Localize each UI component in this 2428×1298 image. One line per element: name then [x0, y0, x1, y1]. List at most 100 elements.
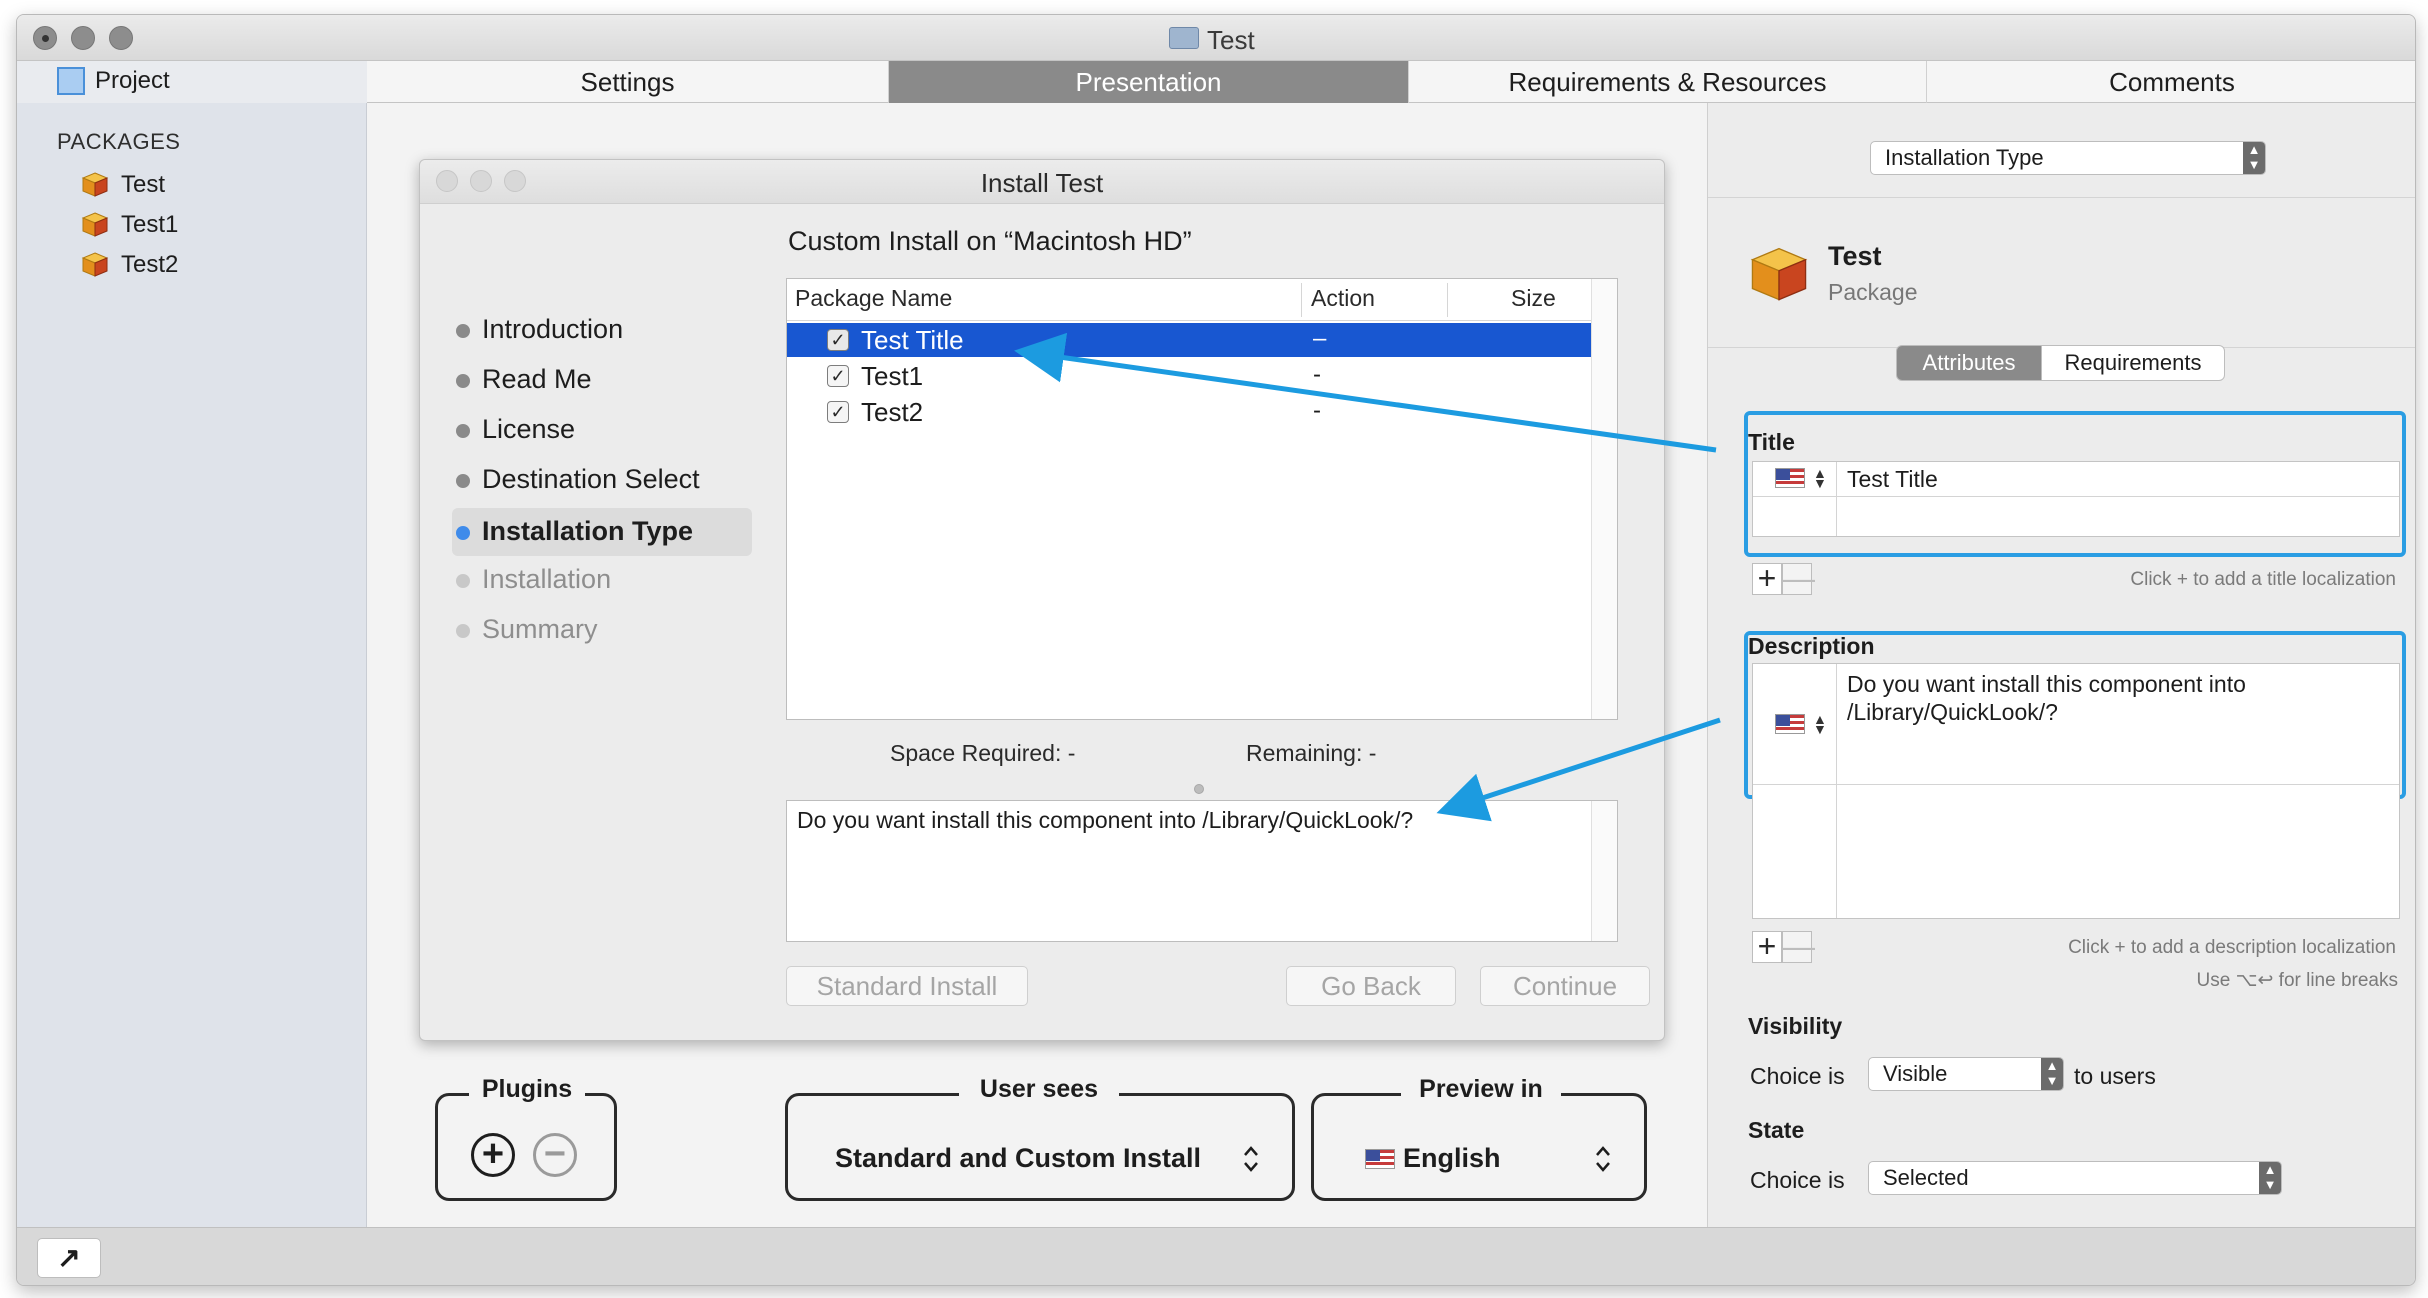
package-name: Test1: [861, 361, 924, 391]
column-header-size[interactable]: Size: [1511, 285, 1556, 312]
plugins-title: Plugins: [469, 1075, 585, 1104]
step-read-me[interactable]: Read Me: [456, 360, 756, 400]
add-plugin-button[interactable]: +: [471, 1133, 515, 1177]
package-icon: [81, 252, 109, 277]
add-title-localization-button[interactable]: +: [1752, 562, 1782, 595]
line-break-hint: Use ⌥↩ for line breaks: [2196, 970, 2399, 991]
visibility-prefix: Choice is: [1750, 1063, 1845, 1089]
step-bullet: [456, 474, 470, 488]
visibility-popup[interactable]: Visible ▲ ▼: [1868, 1057, 2064, 1091]
description-box: Do you want install this component into …: [786, 800, 1618, 942]
language-updown-icon[interactable]: ▲ ▼: [1813, 466, 1827, 490]
description-localization-value[interactable]: Do you want install this component into …: [1847, 670, 2367, 726]
step-installation[interactable]: Installation: [456, 560, 756, 600]
dialog-title: Install Test: [980, 168, 1104, 198]
tab-bar: Settings Presentation Requirements & Res…: [367, 61, 2415, 103]
step-bullet: [456, 374, 470, 388]
visibility-suffix: to users: [2074, 1063, 2156, 1089]
go-back-button[interactable]: Go Back: [1286, 966, 1456, 1006]
step-introduction[interactable]: Introduction: [456, 310, 756, 350]
column-separator: [1447, 283, 1448, 317]
remove-plugin-button[interactable]: −: [533, 1133, 577, 1177]
step-bullet: [456, 424, 470, 438]
segment-attributes[interactable]: Attributes: [1896, 345, 2042, 381]
preview-language-value: English: [1403, 1143, 1501, 1173]
package-icon: [81, 172, 109, 197]
table-row[interactable]: ✓ Test1 -: [787, 359, 1591, 393]
step-label: Destination Select: [482, 464, 700, 494]
popup-arrows-icon: ▲ ▼: [2243, 142, 2265, 174]
package-checkbox[interactable]: ✓: [827, 365, 849, 387]
package-label: Test1: [121, 211, 179, 238]
table-row[interactable]: ▲ ▼ Do you want install this component in…: [1753, 664, 2399, 784]
add-description-localization-button[interactable]: +: [1752, 930, 1782, 963]
column-header-package-name[interactable]: Package Name: [795, 285, 952, 312]
description-hint: Click + to add a description localizatio…: [2068, 937, 2396, 958]
sidebar-item-package[interactable]: Test2: [81, 247, 341, 283]
tab-settings[interactable]: Settings: [367, 61, 889, 103]
step-destination-select[interactable]: Destination Select: [456, 460, 756, 500]
inspector-panel: Installation Type ▲ ▼ Test Package Attrib…: [1707, 103, 2415, 1227]
table-row[interactable]: ▲ ▼ Test Title: [1753, 462, 2399, 496]
package-table: Package Name Action Size ✓ Test Title – …: [786, 278, 1618, 720]
package-checkbox[interactable]: ✓: [827, 329, 849, 351]
visibility-value: Visible: [1883, 1061, 1948, 1086]
project-icon: [57, 67, 85, 95]
remove-title-localization-button[interactable]: —: [1782, 562, 1815, 595]
table-header: Package Name Action Size: [787, 279, 1591, 321]
tab-presentation[interactable]: Presentation: [889, 61, 1409, 103]
segment-requirements[interactable]: Requirements: [2041, 345, 2225, 381]
description-scrollbar[interactable]: [1591, 801, 1617, 941]
us-flag-icon: [1365, 1149, 1395, 1169]
title-section-label: Title: [1748, 429, 1795, 455]
package-icon: [81, 212, 109, 237]
sidebar-item-package[interactable]: Test1: [81, 207, 341, 243]
package-action: –: [1313, 325, 1327, 352]
step-license[interactable]: License: [456, 410, 756, 450]
custom-install-heading: Custom Install on “Macintosh HD”: [788, 226, 1192, 256]
us-flag-icon: [1775, 714, 1805, 734]
tab-requirements-resources[interactable]: Requirements & Resources: [1409, 61, 1927, 103]
choice-type-popup[interactable]: Installation Type ▲ ▼: [1870, 141, 2266, 175]
choice-type-value: Installation Type: [1885, 145, 2044, 170]
sidebar-item-package[interactable]: Test: [81, 167, 341, 203]
step-bullet-current: [456, 526, 470, 540]
table-scrollbar[interactable]: [1591, 279, 1617, 719]
install-dialog-preview: Install Test Introduction Read Me Licens…: [419, 159, 1665, 1041]
zoom-window-button[interactable]: [109, 26, 133, 50]
popup-arrows-icon: ▲ ▼: [2259, 1162, 2281, 1194]
close-window-button[interactable]: [33, 26, 57, 50]
divider: [1708, 197, 2415, 198]
standard-install-button[interactable]: Standard Install: [786, 966, 1028, 1006]
remove-description-localization-button[interactable]: —: [1782, 930, 1815, 963]
sidebar-item-project[interactable]: Project: [17, 61, 367, 103]
column-header-action[interactable]: Action: [1311, 285, 1375, 312]
continue-button[interactable]: Continue: [1480, 966, 1650, 1006]
tab-comments[interactable]: Comments: [1927, 61, 2415, 103]
user-sees-title: User sees: [959, 1075, 1119, 1104]
step-installation-type[interactable]: Installation Type: [452, 508, 752, 556]
state-popup[interactable]: Selected ▲ ▼: [1868, 1161, 2282, 1195]
language-updown-icon[interactable]: ▲ ▼: [1813, 712, 1827, 736]
table-row[interactable]: ✓ Test Title –: [787, 323, 1591, 357]
row-divider: [1753, 496, 2399, 497]
step-summary[interactable]: Summary: [456, 610, 756, 650]
project-label: Project: [95, 67, 170, 94]
split-resize-handle[interactable]: [1194, 784, 1204, 794]
state-value: Selected: [1883, 1165, 1969, 1190]
minimize-window-button[interactable]: [71, 26, 95, 50]
open-arrow-button[interactable]: ↗: [37, 1238, 101, 1278]
window-title: Test: [1207, 25, 1255, 55]
state-prefix: Choice is: [1750, 1167, 1845, 1193]
step-bullet: [456, 574, 470, 588]
title-localization-value[interactable]: Test Title: [1847, 466, 1938, 493]
preview-in-title: Preview in: [1401, 1075, 1561, 1104]
chevron-updown-icon: [1596, 1146, 1610, 1172]
package-checkbox[interactable]: ✓: [827, 401, 849, 423]
step-label: Installation Type: [482, 516, 694, 546]
plugins-group: [435, 1093, 617, 1201]
step-bullet: [456, 624, 470, 638]
user-sees-value: Standard and Custom Install: [835, 1143, 1202, 1173]
table-row[interactable]: ✓ Test2 -: [787, 395, 1591, 429]
space-required-label: Space Required: -: [890, 740, 1076, 766]
